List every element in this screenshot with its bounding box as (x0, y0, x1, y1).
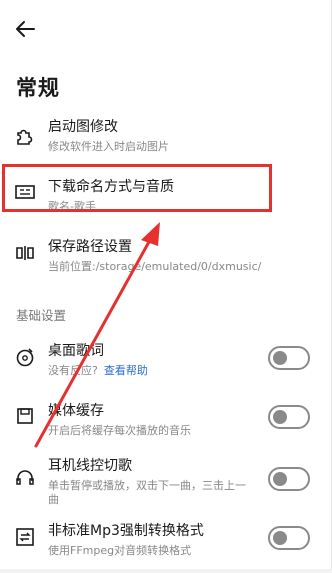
setting-save-path[interactable]: 保存路径设置 当前位置:/storage/emulated/0/dxmusic/ (0, 228, 332, 278)
toggle-knob (273, 472, 287, 486)
setting-title: 非标准Mp3强制转换格式 (48, 523, 204, 539)
headphones-icon (16, 470, 34, 485)
setting-subtitle: 没有反应? (48, 364, 98, 377)
setting-title: 桌面歌词 (48, 343, 104, 359)
setting-subtitle: 修改软件进入时启动图片 (48, 140, 169, 153)
setting-headset-control[interactable]: 耳机线控切歌 单击暂停或播放，双击下一曲，三击上一 曲 (0, 450, 332, 506)
setting-title: 下载命名方式与音质 (48, 179, 174, 195)
headset-control-toggle[interactable] (268, 467, 310, 491)
setting-title: 耳机线控切歌 (48, 458, 132, 474)
convert-icon (16, 528, 34, 546)
setting-download-naming[interactable]: 下载命名方式与音质 歌名-歌手 (0, 170, 332, 214)
setting-subtitle-line2: 曲 (48, 493, 59, 506)
setting-subtitle: 歌名-歌手 (48, 200, 96, 213)
toggle-knob (273, 351, 287, 365)
media-cache-toggle[interactable] (268, 405, 310, 429)
mp3-convert-toggle[interactable] (268, 526, 310, 550)
setting-subtitle: 开启后将缓存每次播放的音乐 (48, 424, 191, 437)
toggle-knob (273, 531, 287, 545)
setting-mp3-convert[interactable]: 非标准Mp3强制转换格式 使用FFmpeg对音频转换格式 (0, 516, 332, 560)
desktop-lyrics-toggle[interactable] (268, 346, 310, 370)
section-header: 基础设置 (16, 308, 67, 323)
toggle-knob (273, 410, 287, 424)
help-link[interactable]: 查看帮助 (104, 364, 148, 377)
setting-splash-image[interactable]: 启动图修改 修改软件进入时启动图片 (0, 112, 332, 162)
save-cache-icon (17, 408, 33, 424)
setting-media-cache[interactable]: 媒体缓存 开启后将缓存每次播放的音乐 (0, 395, 332, 439)
puzzle-icon (17, 129, 33, 145)
page-title: 常规 (16, 76, 60, 100)
setting-title: 保存路径设置 (48, 239, 132, 255)
lyrics-disc-icon (16, 348, 34, 367)
setting-subtitle: 当前位置:/storage/emulated/0/dxmusic/ (48, 260, 262, 273)
folder-split-icon (16, 246, 34, 260)
setting-subtitle: 使用FFmpeg对音频转换格式 (48, 544, 192, 557)
card-icon (15, 185, 35, 199)
setting-title: 媒体缓存 (48, 403, 104, 419)
back-arrow-icon[interactable] (14, 18, 36, 40)
bottom-strip (0, 569, 332, 573)
setting-desktop-lyrics[interactable]: 桌面歌词 没有反应? 查看帮助 (0, 336, 332, 380)
setting-title: 启动图修改 (48, 119, 118, 135)
setting-subtitle-line1: 单击暂停或播放，双击下一曲，三击上一 (48, 479, 246, 492)
